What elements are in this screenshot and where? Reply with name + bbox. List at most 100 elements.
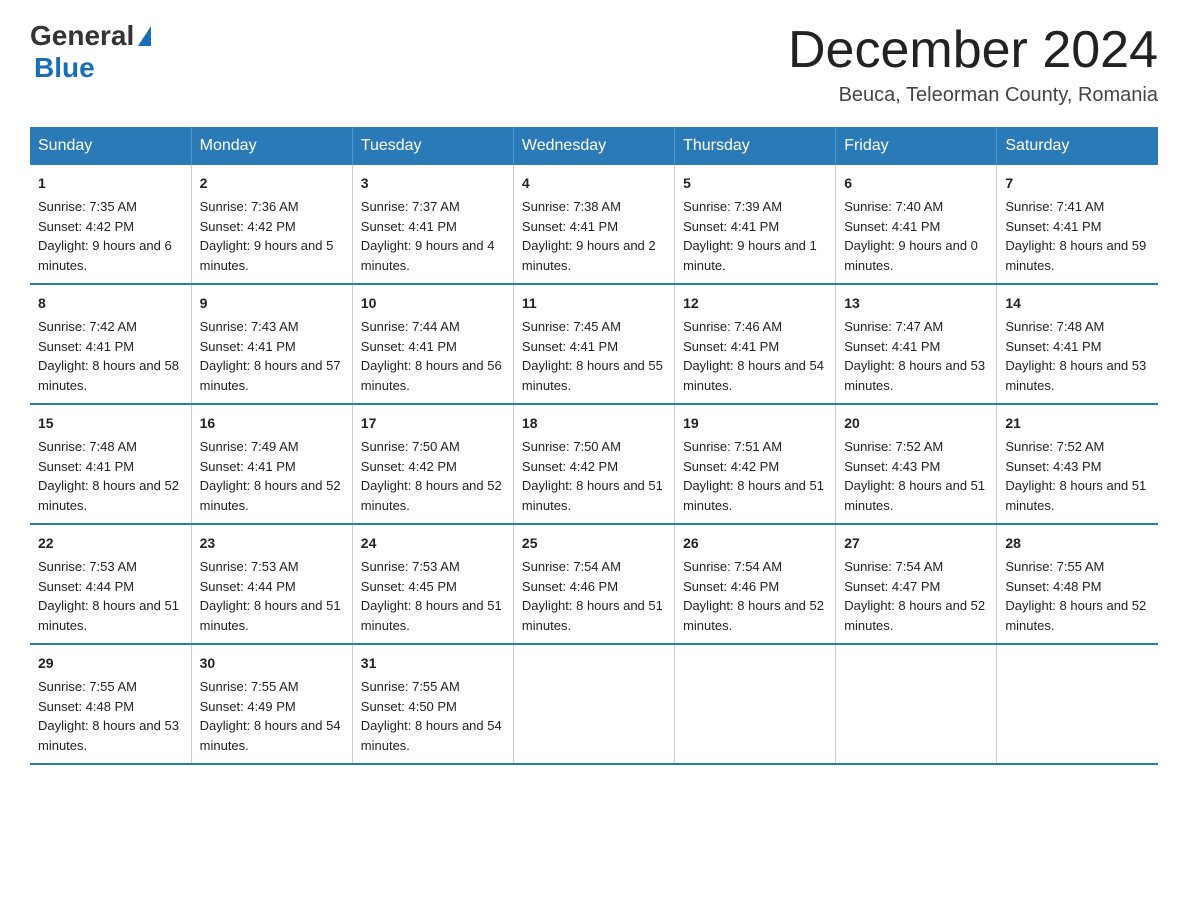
day-info: Sunrise: 7:55 AMSunset: 4:48 PMDaylight:… <box>1005 559 1146 633</box>
day-number: 27 <box>844 533 988 554</box>
calendar-week-row: 29 Sunrise: 7:55 AMSunset: 4:48 PMDaylig… <box>30 644 1158 764</box>
table-row: 7 Sunrise: 7:41 AMSunset: 4:41 PMDayligh… <box>997 165 1158 284</box>
table-row: 5 Sunrise: 7:39 AMSunset: 4:41 PMDayligh… <box>675 165 836 284</box>
table-row: 19 Sunrise: 7:51 AMSunset: 4:42 PMDaylig… <box>675 404 836 524</box>
table-row: 21 Sunrise: 7:52 AMSunset: 4:43 PMDaylig… <box>997 404 1158 524</box>
table-row: 16 Sunrise: 7:49 AMSunset: 4:41 PMDaylig… <box>191 404 352 524</box>
day-number: 31 <box>361 653 505 674</box>
day-info: Sunrise: 7:50 AMSunset: 4:42 PMDaylight:… <box>522 439 663 513</box>
month-title: December 2024 <box>788 20 1158 80</box>
day-number: 12 <box>683 293 827 314</box>
day-number: 11 <box>522 293 666 314</box>
day-number: 20 <box>844 413 988 434</box>
location-title: Beuca, Teleorman County, Romania <box>788 84 1158 107</box>
header-monday: Monday <box>191 127 352 165</box>
table-row: 23 Sunrise: 7:53 AMSunset: 4:44 PMDaylig… <box>191 524 352 644</box>
day-info: Sunrise: 7:50 AMSunset: 4:42 PMDaylight:… <box>361 439 502 513</box>
day-info: Sunrise: 7:55 AMSunset: 4:49 PMDaylight:… <box>200 679 341 753</box>
logo-blue-text: Blue <box>34 52 95 83</box>
table-row: 20 Sunrise: 7:52 AMSunset: 4:43 PMDaylig… <box>836 404 997 524</box>
table-row: 27 Sunrise: 7:54 AMSunset: 4:47 PMDaylig… <box>836 524 997 644</box>
day-number: 2 <box>200 173 344 194</box>
day-number: 17 <box>361 413 505 434</box>
day-info: Sunrise: 7:54 AMSunset: 4:46 PMDaylight:… <box>683 559 824 633</box>
day-number: 25 <box>522 533 666 554</box>
day-info: Sunrise: 7:35 AMSunset: 4:42 PMDaylight:… <box>38 199 172 273</box>
table-row: 4 Sunrise: 7:38 AMSunset: 4:41 PMDayligh… <box>513 165 674 284</box>
table-row: 10 Sunrise: 7:44 AMSunset: 4:41 PMDaylig… <box>352 284 513 404</box>
table-row: 31 Sunrise: 7:55 AMSunset: 4:50 PMDaylig… <box>352 644 513 764</box>
day-number: 30 <box>200 653 344 674</box>
table-row: 26 Sunrise: 7:54 AMSunset: 4:46 PMDaylig… <box>675 524 836 644</box>
table-row: 12 Sunrise: 7:46 AMSunset: 4:41 PMDaylig… <box>675 284 836 404</box>
page-header: General Blue December 2024 Beuca, Teleor… <box>30 20 1158 107</box>
logo-general-text: General <box>30 20 134 52</box>
day-number: 24 <box>361 533 505 554</box>
day-number: 21 <box>1005 413 1150 434</box>
day-number: 26 <box>683 533 827 554</box>
day-info: Sunrise: 7:36 AMSunset: 4:42 PMDaylight:… <box>200 199 334 273</box>
table-row: 13 Sunrise: 7:47 AMSunset: 4:41 PMDaylig… <box>836 284 997 404</box>
table-row <box>675 644 836 764</box>
day-number: 10 <box>361 293 505 314</box>
calendar-table: Sunday Monday Tuesday Wednesday Thursday… <box>30 127 1158 765</box>
title-block: December 2024 Beuca, Teleorman County, R… <box>788 20 1158 107</box>
calendar-week-row: 15 Sunrise: 7:48 AMSunset: 4:41 PMDaylig… <box>30 404 1158 524</box>
day-info: Sunrise: 7:55 AMSunset: 4:50 PMDaylight:… <box>361 679 502 753</box>
table-row <box>513 644 674 764</box>
header-saturday: Saturday <box>997 127 1158 165</box>
day-number: 9 <box>200 293 344 314</box>
day-info: Sunrise: 7:40 AMSunset: 4:41 PMDaylight:… <box>844 199 978 273</box>
table-row: 25 Sunrise: 7:54 AMSunset: 4:46 PMDaylig… <box>513 524 674 644</box>
table-row: 6 Sunrise: 7:40 AMSunset: 4:41 PMDayligh… <box>836 165 997 284</box>
day-info: Sunrise: 7:49 AMSunset: 4:41 PMDaylight:… <box>200 439 341 513</box>
table-row: 14 Sunrise: 7:48 AMSunset: 4:41 PMDaylig… <box>997 284 1158 404</box>
day-info: Sunrise: 7:41 AMSunset: 4:41 PMDaylight:… <box>1005 199 1146 273</box>
table-row: 8 Sunrise: 7:42 AMSunset: 4:41 PMDayligh… <box>30 284 191 404</box>
day-number: 19 <box>683 413 827 434</box>
header-tuesday: Tuesday <box>352 127 513 165</box>
header-row: Sunday Monday Tuesday Wednesday Thursday… <box>30 127 1158 165</box>
day-info: Sunrise: 7:54 AMSunset: 4:46 PMDaylight:… <box>522 559 663 633</box>
day-info: Sunrise: 7:51 AMSunset: 4:42 PMDaylight:… <box>683 439 824 513</box>
header-wednesday: Wednesday <box>513 127 674 165</box>
table-row: 3 Sunrise: 7:37 AMSunset: 4:41 PMDayligh… <box>352 165 513 284</box>
table-row: 29 Sunrise: 7:55 AMSunset: 4:48 PMDaylig… <box>30 644 191 764</box>
day-number: 8 <box>38 293 183 314</box>
day-number: 22 <box>38 533 183 554</box>
day-number: 28 <box>1005 533 1150 554</box>
day-info: Sunrise: 7:53 AMSunset: 4:44 PMDaylight:… <box>200 559 341 633</box>
day-number: 13 <box>844 293 988 314</box>
day-number: 14 <box>1005 293 1150 314</box>
header-sunday: Sunday <box>30 127 191 165</box>
header-friday: Friday <box>836 127 997 165</box>
calendar-week-row: 8 Sunrise: 7:42 AMSunset: 4:41 PMDayligh… <box>30 284 1158 404</box>
day-info: Sunrise: 7:46 AMSunset: 4:41 PMDaylight:… <box>683 319 824 393</box>
day-number: 7 <box>1005 173 1150 194</box>
day-number: 18 <box>522 413 666 434</box>
logo-triangle-icon <box>138 26 151 46</box>
day-number: 3 <box>361 173 505 194</box>
day-info: Sunrise: 7:52 AMSunset: 4:43 PMDaylight:… <box>1005 439 1146 513</box>
day-info: Sunrise: 7:39 AMSunset: 4:41 PMDaylight:… <box>683 199 817 273</box>
table-row <box>836 644 997 764</box>
day-number: 5 <box>683 173 827 194</box>
day-info: Sunrise: 7:48 AMSunset: 4:41 PMDaylight:… <box>38 439 179 513</box>
table-row: 2 Sunrise: 7:36 AMSunset: 4:42 PMDayligh… <box>191 165 352 284</box>
table-row: 22 Sunrise: 7:53 AMSunset: 4:44 PMDaylig… <box>30 524 191 644</box>
table-row: 28 Sunrise: 7:55 AMSunset: 4:48 PMDaylig… <box>997 524 1158 644</box>
day-info: Sunrise: 7:44 AMSunset: 4:41 PMDaylight:… <box>361 319 502 393</box>
header-thursday: Thursday <box>675 127 836 165</box>
table-row: 9 Sunrise: 7:43 AMSunset: 4:41 PMDayligh… <box>191 284 352 404</box>
day-info: Sunrise: 7:37 AMSunset: 4:41 PMDaylight:… <box>361 199 495 273</box>
day-info: Sunrise: 7:54 AMSunset: 4:47 PMDaylight:… <box>844 559 985 633</box>
day-number: 29 <box>38 653 183 674</box>
table-row: 18 Sunrise: 7:50 AMSunset: 4:42 PMDaylig… <box>513 404 674 524</box>
calendar-week-row: 22 Sunrise: 7:53 AMSunset: 4:44 PMDaylig… <box>30 524 1158 644</box>
day-info: Sunrise: 7:47 AMSunset: 4:41 PMDaylight:… <box>844 319 985 393</box>
calendar-header: Sunday Monday Tuesday Wednesday Thursday… <box>30 127 1158 165</box>
table-row: 1 Sunrise: 7:35 AMSunset: 4:42 PMDayligh… <box>30 165 191 284</box>
day-info: Sunrise: 7:53 AMSunset: 4:44 PMDaylight:… <box>38 559 179 633</box>
day-info: Sunrise: 7:43 AMSunset: 4:41 PMDaylight:… <box>200 319 341 393</box>
table-row <box>997 644 1158 764</box>
